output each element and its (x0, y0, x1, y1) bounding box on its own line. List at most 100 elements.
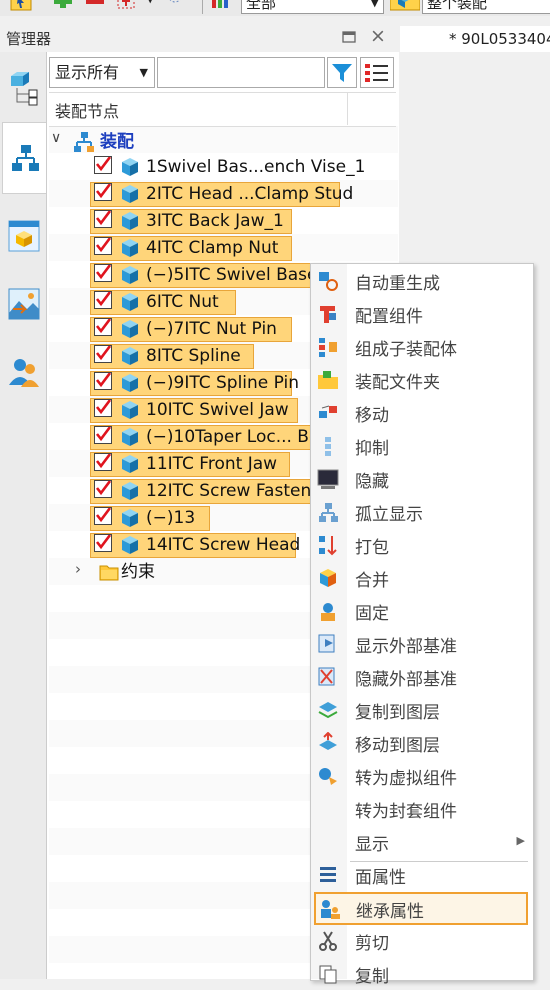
chevron-down-icon[interactable]: ∨ (51, 130, 61, 146)
list-options-button[interactable] (360, 57, 394, 88)
tree-node-row[interactable]: 3ITC Back Jaw_1 (49, 208, 349, 235)
menu-item-label: 剪切 (355, 934, 389, 954)
tree-node-row[interactable]: (−)7ITC Nut Pin (49, 316, 349, 343)
check-icon (95, 211, 111, 226)
visibility-checkbox[interactable] (94, 453, 112, 471)
menu-item[interactable]: 转为虚拟组件 (311, 759, 531, 792)
check-icon (95, 427, 111, 442)
pin-icon[interactable] (342, 30, 356, 44)
close-icon[interactable]: ⨯ (370, 25, 386, 47)
show-filter-value: 显示所有 (55, 63, 120, 82)
tree-node-label: 3ITC Back Jaw_1 (146, 211, 284, 231)
check-icon (95, 265, 111, 280)
tab-history[interactable] (4, 62, 44, 114)
menu-item[interactable]: 移动 (311, 396, 531, 429)
constraints-row[interactable]: › 约束 (49, 559, 349, 586)
menu-item[interactable]: 抑制 (311, 429, 531, 462)
menu-item[interactable]: 剪切 (311, 924, 531, 957)
submenu-arrow-icon: ▶ (516, 834, 525, 847)
main-toolbar: ▼ 全部 ▼ 整个装配 (0, 0, 550, 16)
column-divider[interactable] (347, 92, 348, 125)
menu-item-label: 隐藏 (355, 472, 389, 492)
visibility-checkbox[interactable] (94, 237, 112, 255)
tree-node-row[interactable]: 11ITC Front Jaw (49, 451, 349, 478)
search-input[interactable] (157, 57, 325, 88)
visibility-checkbox[interactable] (94, 183, 112, 201)
assembly-scope-icon[interactable] (390, 0, 420, 14)
menu-item[interactable]: 面属性 (311, 858, 531, 891)
scope-combo[interactable]: 整个装配 (422, 0, 550, 14)
menu-item-label: 显示 (355, 835, 389, 855)
menu-item-label: 移动到图层 (355, 736, 440, 756)
menu-item[interactable]: 复制 (311, 957, 531, 990)
visibility-checkbox[interactable] (94, 264, 112, 282)
visibility-checkbox[interactable] (94, 534, 112, 552)
menu-item[interactable]: 显示 ▶ (311, 825, 531, 858)
menu-item[interactable]: 隐藏 (311, 462, 531, 495)
move-to-layer-icon (319, 732, 337, 750)
assembly-root-icon (74, 132, 94, 152)
constraints-label: 约束 (121, 562, 155, 582)
menu-item[interactable]: 继承属性 (314, 892, 528, 925)
manager-title: 管理器 (6, 30, 52, 48)
remove-icon[interactable] (84, 0, 106, 14)
menu-item-label: 复制 (355, 967, 389, 987)
visibility-checkbox[interactable] (94, 318, 112, 336)
visibility-checkbox[interactable] (94, 291, 112, 309)
show-filter-select[interactable]: 显示所有 ▼ (49, 57, 155, 88)
merge-icon (320, 569, 336, 587)
tree-node-row[interactable]: (−)5ITC Swivel Base S (49, 262, 349, 289)
menu-item[interactable]: 转为封套组件 (311, 792, 531, 825)
menu-item[interactable]: 自动重生成 (311, 264, 531, 297)
visibility-checkbox[interactable] (94, 426, 112, 444)
tree-node-row[interactable]: (−)9ITC Spline Pin (49, 370, 349, 397)
menu-item[interactable]: 装配文件夹 (311, 363, 531, 396)
add-icon[interactable] (52, 0, 74, 14)
tab-assembly[interactable] (2, 122, 47, 194)
menu-item[interactable]: 合并 (311, 561, 531, 594)
box-select-icon[interactable] (116, 0, 138, 14)
select-arrow-icon[interactable] (10, 0, 32, 14)
menu-item-label: 打包 (355, 538, 389, 558)
tab-image[interactable] (4, 278, 44, 330)
menu-item[interactable]: 配置组件 (311, 297, 531, 330)
visibility-checkbox[interactable] (94, 345, 112, 363)
visibility-checkbox[interactable] (94, 210, 112, 228)
menu-item-label: 显示外部基准 (355, 637, 457, 657)
tree-node-row[interactable]: (−)13 (49, 505, 349, 532)
tree-node-row[interactable]: 1Swivel Bas...ench Vise_1 (49, 154, 365, 181)
filter-button[interactable] (327, 57, 357, 88)
tree-node-row[interactable]: (−)10Taper Loc... Ben (49, 424, 349, 451)
menu-item[interactable]: 打包 (311, 528, 531, 561)
menu-item[interactable]: 复制到图层 (311, 693, 531, 726)
visibility-checkbox[interactable] (94, 507, 112, 525)
tree-root-row[interactable]: ∨ 装配 (49, 129, 349, 156)
menu-item-label: 复制到图层 (355, 703, 440, 723)
tab-users[interactable] (4, 346, 44, 398)
menu-item[interactable]: 组成子装配体 (311, 330, 531, 363)
filter-combo[interactable]: 全部 ▼ (241, 0, 384, 14)
visibility-checkbox[interactable] (94, 480, 112, 498)
chevron-right-icon[interactable]: › (75, 560, 81, 578)
assembly-tree-icon (12, 145, 39, 171)
face-attributes-icon (320, 867, 336, 882)
menu-item[interactable]: 固定 (311, 594, 531, 627)
visibility-checkbox[interactable] (94, 156, 112, 174)
color-bars-icon[interactable] (210, 0, 232, 14)
tree-node-row[interactable]: 6ITC Nut (49, 289, 349, 316)
tab-view[interactable] (4, 210, 44, 262)
tree-node-row[interactable]: 8ITC Spline (49, 343, 349, 370)
menu-item[interactable]: 显示外部基准 (311, 627, 531, 660)
box-select-dropdown-icon[interactable]: ▼ (146, 0, 154, 5)
menu-item[interactable]: 孤立显示 (311, 495, 531, 528)
menu-item[interactable]: 移动到图层 (311, 726, 531, 759)
tree-node-row[interactable]: 10ITC Swivel Jaw (49, 397, 349, 424)
tree-node-row[interactable]: 14ITC Screw Head (49, 532, 349, 559)
tree-node-row[interactable]: 12ITC Screw Fastener (49, 478, 349, 505)
menu-item[interactable]: 隐藏外部基准 (311, 660, 531, 693)
lasso-select-icon[interactable] (164, 0, 186, 14)
tree-node-row[interactable]: 2ITC Head ...Clamp Stud (49, 181, 353, 208)
visibility-checkbox[interactable] (94, 399, 112, 417)
visibility-checkbox[interactable] (94, 372, 112, 390)
tree-node-row[interactable]: 4ITC Clamp Nut (49, 235, 349, 262)
